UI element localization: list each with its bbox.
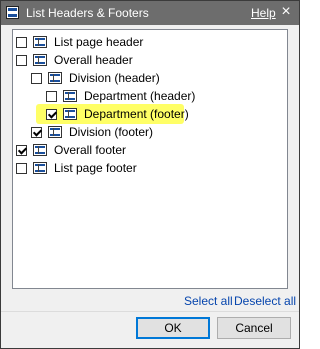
table-icon <box>33 162 47 174</box>
table-icon <box>63 108 77 120</box>
tree-item-label: List page footer <box>54 161 137 175</box>
table-icon <box>33 54 47 66</box>
checkbox[interactable] <box>31 72 42 84</box>
table-icon <box>6 6 19 19</box>
tree-item-overall-header[interactable]: Overall header <box>16 51 133 69</box>
deselect-all-link[interactable]: Deselect all <box>234 294 296 308</box>
table-icon <box>63 90 77 102</box>
tree-item-label: Division (footer) <box>69 125 154 139</box>
checkbox[interactable] <box>46 90 57 102</box>
tree-item-division-footer[interactable]: Division (footer) <box>31 123 153 141</box>
checkbox[interactable] <box>16 36 27 48</box>
headers-footers-tree: List page header Overall header Division… <box>12 29 288 289</box>
close-icon[interactable]: × <box>277 3 295 21</box>
checkbox[interactable] <box>16 162 27 174</box>
checkbox[interactable] <box>31 126 42 138</box>
tree-item-overall-footer[interactable]: Overall footer <box>16 141 126 159</box>
checkbox[interactable] <box>16 144 27 156</box>
tree-item-division-header[interactable]: Division (header) <box>31 69 160 87</box>
tree-item-label: List page header <box>54 35 144 49</box>
tree-item-label: Overall header <box>54 53 133 67</box>
divider <box>1 311 299 312</box>
tree-item-list-page-footer[interactable]: List page footer <box>16 159 137 177</box>
checkbox[interactable] <box>16 54 27 66</box>
select-all-link[interactable]: Select all <box>184 294 233 308</box>
cancel-button[interactable]: Cancel <box>217 317 291 339</box>
checkbox[interactable] <box>46 108 57 120</box>
ok-button[interactable]: OK <box>136 317 210 339</box>
help-link[interactable]: Help <box>251 6 276 20</box>
tree-item-label: Department (footer) <box>84 107 189 121</box>
dialog-window: List Headers & Footers Help × List page … <box>0 0 300 349</box>
table-icon <box>48 72 62 84</box>
tree-item-label: Division (header) <box>69 71 160 85</box>
tree-item-department-header[interactable]: Department (header) <box>46 87 195 105</box>
tree-item-label: Overall footer <box>54 143 127 157</box>
tree-item-department-footer[interactable]: Department (footer) <box>36 104 189 124</box>
table-icon <box>33 144 47 156</box>
table-icon <box>33 36 47 48</box>
title-bar[interactable]: List Headers & Footers Help × <box>1 1 299 25</box>
tree-item-label: Department (header) <box>84 89 196 103</box>
dialog-title: List Headers & Footers <box>26 6 149 20</box>
tree-item-list-page-header[interactable]: List page header <box>16 33 143 51</box>
table-icon <box>48 126 62 138</box>
